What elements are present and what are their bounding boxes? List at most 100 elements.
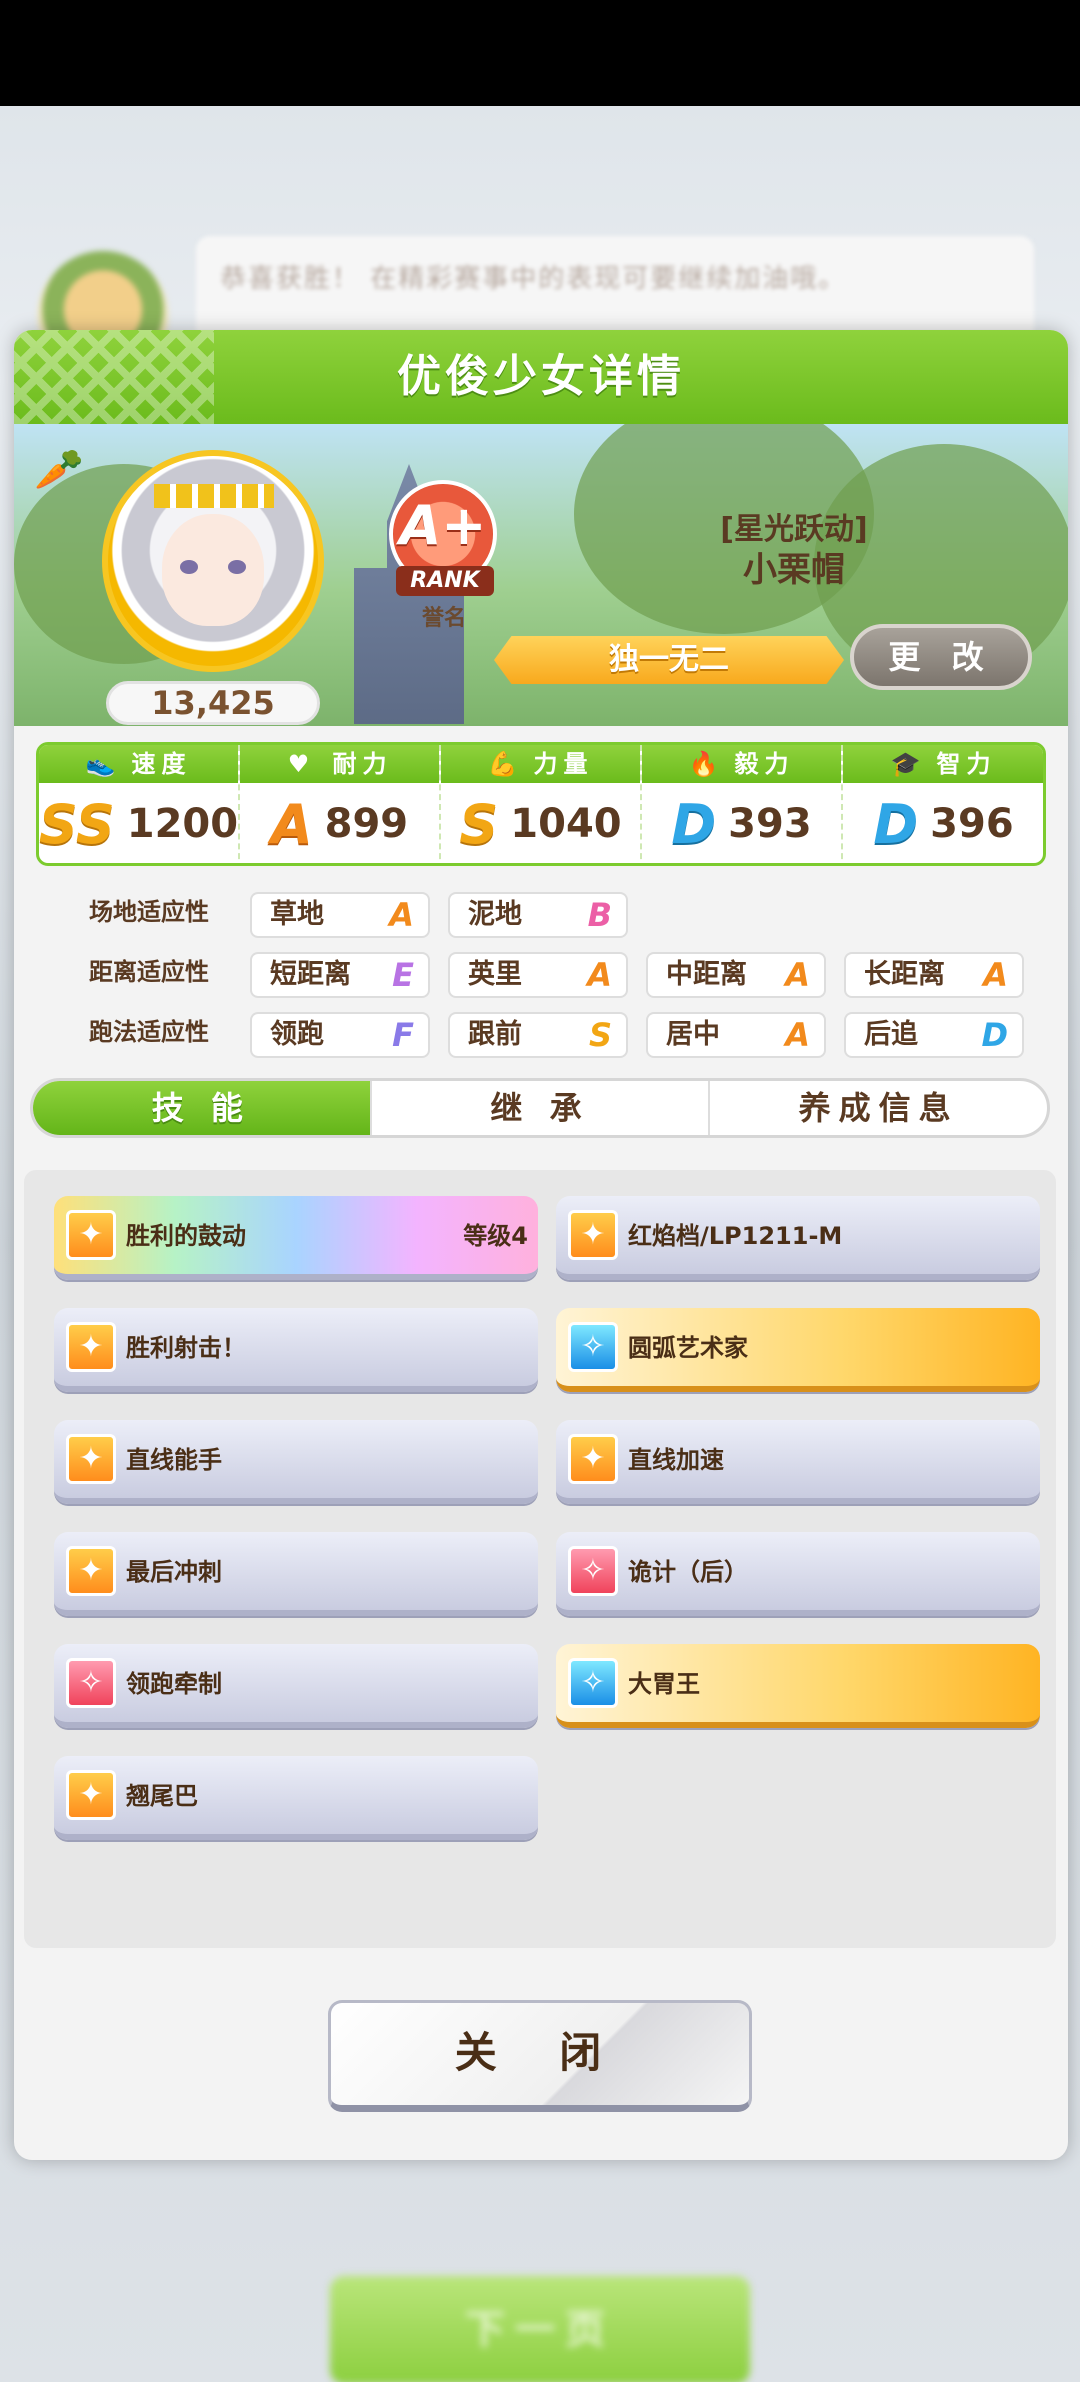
rank-ribbon: RANK [396, 566, 494, 596]
runner-icon: ✦ [66, 1322, 116, 1372]
fans-count: 13,425 [106, 681, 320, 725]
aptitude-name: 领跑 [270, 1019, 324, 1050]
stat-label: 力量 [533, 750, 594, 778]
aptitude-row-style: 跑法适应性 领跑 F 跟前 S 居中 A 后追 D [54, 1002, 1054, 1062]
stat-value: 393 [728, 801, 812, 847]
stat-grade: D [873, 792, 919, 856]
aptitude-sprint: 短距离 E [250, 952, 430, 998]
skill-item[interactable]: ✦ 红焰档/LP1211-M [556, 1196, 1040, 1280]
skill-name: 红焰档/LP1211-M [628, 1222, 843, 1250]
aptitude-grade: F [392, 1016, 414, 1054]
stat-stamina: ♥ 耐力 A 899 [240, 745, 441, 863]
character-face [162, 514, 264, 626]
stat-speed: 👟 速度 SS 1200 [39, 745, 240, 863]
close-button[interactable]: 关 闭 [328, 2000, 752, 2112]
aptitude-name: 短距离 [270, 959, 351, 990]
detail-tabs: 技 能 继 承 养成信息 [30, 1078, 1050, 1138]
aptitude-medium: 中距离 A [646, 952, 826, 998]
aptitude-long: 长距离 A [844, 952, 1024, 998]
hero-section: 🥕 13,425 A+ RANK 誉名 [星光跃动] 小栗帽 独一无二 更 改 [14, 424, 1068, 726]
tab-training-info[interactable]: 养成信息 [710, 1081, 1047, 1135]
skill-item[interactable]: ✦ 直线能手 [54, 1420, 538, 1504]
stat-value: 899 [324, 801, 409, 847]
flame-icon: 🔥 [688, 750, 725, 778]
skill-item[interactable]: ✦ 直线加速 [556, 1420, 1040, 1504]
skill-item[interactable]: ✧ 诡计（后） [556, 1532, 1040, 1616]
header-pattern [14, 330, 214, 424]
aptitude-grade: A [587, 956, 612, 994]
carrot-icon[interactable]: 🥕 [34, 446, 84, 504]
sparkle-red-icon: ✧ [66, 1658, 116, 1708]
skill-name: 圆弧艺术家 [628, 1334, 748, 1362]
skill-item[interactable]: ✧ 大胃王 [556, 1644, 1040, 1728]
aptitude-dirt: 泥地 B [448, 892, 628, 938]
crown-decoration [154, 484, 274, 508]
stat-guts: 🔥 毅力 D 393 [642, 745, 843, 863]
aptitude-turf: 草地 A [250, 892, 430, 938]
stat-power: 💪 力量 S 1040 [441, 745, 642, 863]
runner-icon: ✦ [66, 1210, 116, 1260]
skill-name: 胜利射击！ [126, 1334, 246, 1362]
runner-icon: ✦ [66, 1770, 116, 1820]
stat-label: 智力 [936, 750, 997, 778]
aptitude-name: 长距离 [864, 959, 945, 990]
aptitude-grade: D [981, 1016, 1008, 1054]
skill-item[interactable]: ✦ 翘尾巴 [54, 1756, 538, 1840]
character-portrait[interactable] [102, 450, 324, 672]
skill-item[interactable]: ✦ 最后冲刺 [54, 1532, 538, 1616]
aptitude-late-surger: 居中 A [646, 1012, 826, 1058]
stat-value: 1040 [510, 801, 622, 847]
aptitude-end-closer: 后追 D [844, 1012, 1024, 1058]
skill-item[interactable]: ✧ 领跑牵制 [54, 1644, 538, 1728]
unique-title-bar: 独一无二 [494, 636, 844, 684]
aptitude-row-track: 场地适应性 草地 A 泥地 B [54, 882, 1054, 942]
runner-icon: ✦ [66, 1546, 116, 1596]
skill-name: 诡计（后） [628, 1558, 748, 1586]
shoe-icon: 👟 [85, 750, 122, 778]
skill-level: 等级4 [463, 1222, 528, 1250]
aptitude-grade: S [588, 1016, 612, 1054]
stat-grade: A [270, 792, 313, 856]
sparkle-icon: ✧ [568, 1658, 618, 1708]
change-button[interactable]: 更 改 [850, 624, 1032, 690]
runner-icon: ✦ [568, 1434, 618, 1484]
aptitude-row-distance: 距离适应性 短距离 E 英里 A 中距离 A 长距离 A [54, 942, 1054, 1002]
aptitude-label: 场地适应性 [89, 898, 209, 926]
skill-item[interactable]: ✦ 胜利射击！ [54, 1308, 538, 1392]
tab-inheritance[interactable]: 继 承 [372, 1081, 711, 1135]
muscle-icon: 💪 [487, 750, 524, 778]
panel-title: 优俊少女详情 [397, 351, 685, 402]
skill-name: 胜利的鼓动 [126, 1222, 246, 1250]
aptitude-name: 跟前 [468, 1019, 522, 1050]
aptitude-front-runner: 领跑 F [250, 1012, 430, 1058]
stats-table: 👟 速度 SS 1200 ♥ 耐力 A 899 💪 力量 S 1040 🔥 毅力 D 393 🎓… [36, 742, 1046, 866]
stat-wisdom: 🎓 智力 D 396 [843, 745, 1043, 863]
aptitude-section: 场地适应性 草地 A 泥地 B 距离适应性 短距离 E 英里 A 中距离 A 长距离 A 跑… [54, 882, 1054, 1062]
skill-name: 最后冲刺 [126, 1558, 222, 1586]
panel-header: 优俊少女详情 [14, 330, 1068, 424]
runner-icon: ✦ [66, 1434, 116, 1484]
aptitude-grade: B [587, 896, 612, 934]
skill-item[interactable]: ✧ 圆弧艺术家 [556, 1308, 1040, 1392]
runner-icon: ✦ [568, 1210, 618, 1260]
stat-grade: S [459, 792, 499, 856]
sparkle-icon: ✧ [568, 1322, 618, 1372]
stat-value: 1200 [126, 801, 239, 847]
eye [180, 560, 198, 574]
aptitude-name: 泥地 [468, 899, 522, 930]
aptitude-grade: A [785, 956, 810, 994]
aptitude-grade: A [785, 1016, 810, 1054]
aptitude-name: 后追 [864, 1019, 918, 1050]
aptitude-pace-chaser: 跟前 S [448, 1012, 628, 1058]
tab-skills[interactable]: 技 能 [33, 1081, 372, 1135]
skill-item[interactable]: ✦ 胜利的鼓动 等级4 [54, 1196, 538, 1280]
aptitude-grade: A [983, 956, 1008, 994]
stat-label: 耐力 [332, 750, 393, 778]
aptitude-mile: 英里 A [448, 952, 628, 998]
aptitude-grade: A [389, 896, 414, 934]
character-name: 小栗帽 [743, 550, 845, 590]
stat-label: 毅力 [734, 750, 795, 778]
aptitude-name: 英里 [468, 959, 522, 990]
stat-label: 速度 [131, 750, 192, 778]
aptitude-label: 跑法适应性 [89, 1018, 209, 1046]
